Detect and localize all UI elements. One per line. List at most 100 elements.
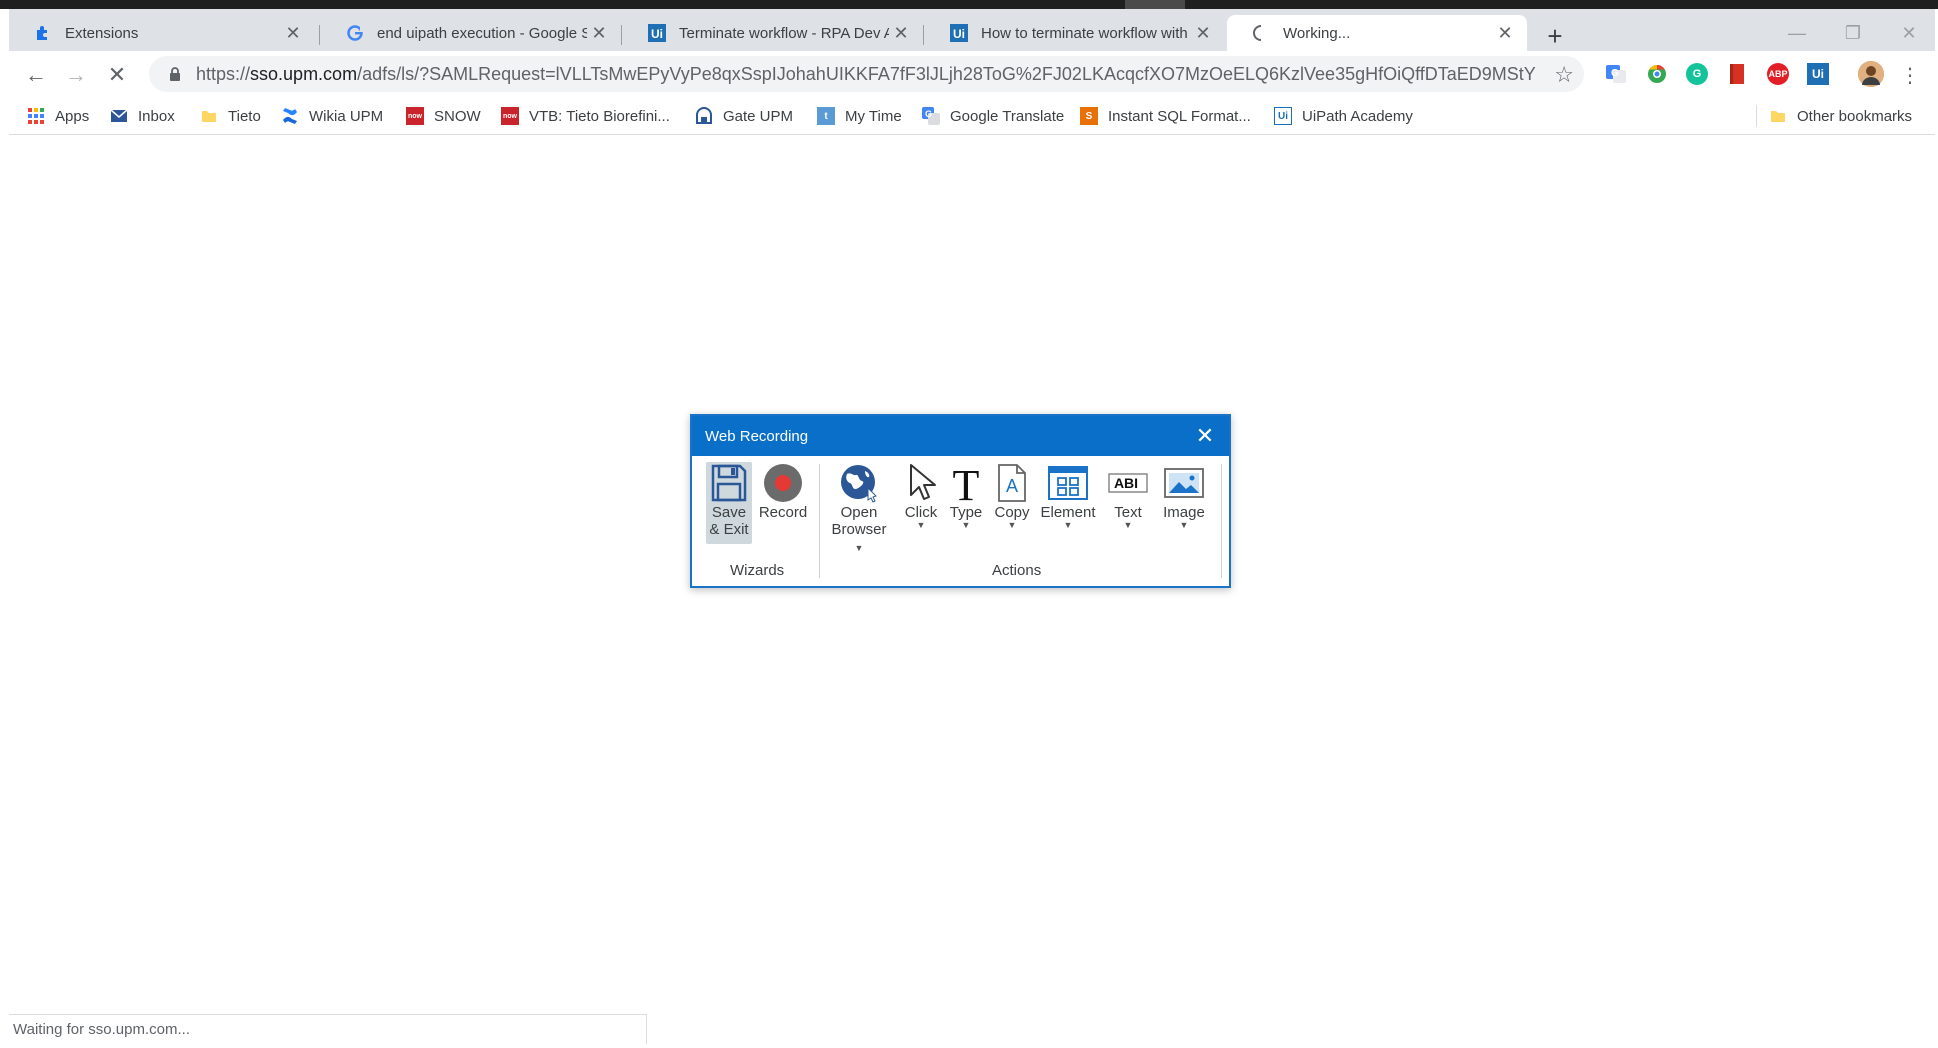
dropdown-caret-icon[interactable]: ▼ xyxy=(1008,521,1017,530)
close-tab-icon[interactable]: ✕ xyxy=(587,21,611,45)
new-tab-button[interactable]: + xyxy=(1541,23,1569,51)
bookmark-google-translate[interactable]: G Google Translate xyxy=(922,104,1064,128)
tab-terminate-workflow[interactable]: Ui Terminate workflow - RPA Dev A ✕ xyxy=(623,15,923,51)
bookmark-ext-icon[interactable] xyxy=(1726,63,1748,85)
bookmark-label: My Time xyxy=(845,107,902,125)
dialog-ribbon: Save & Exit Record Open Browser ▼ Click … xyxy=(692,456,1229,586)
tab-separator xyxy=(923,25,924,45)
profile-avatar[interactable] xyxy=(1858,61,1884,87)
lock-icon[interactable] xyxy=(167,66,183,82)
forward-arrow-icon[interactable]: → xyxy=(61,60,91,90)
bookmark-my-time[interactable]: t My Time xyxy=(817,104,902,128)
bookmark-apps[interactable]: Apps xyxy=(27,104,89,128)
mytime-icon: t xyxy=(817,107,835,125)
folder-icon xyxy=(1769,107,1787,125)
copy-label: Copy xyxy=(994,504,1030,521)
bookmark-wikia-upm[interactable]: Wikia UPM xyxy=(281,104,383,128)
close-window-icon[interactable]: ✕ xyxy=(1886,23,1932,49)
group-separator xyxy=(819,464,820,578)
svg-text:T: T xyxy=(953,462,980,504)
uipath-ext-icon[interactable]: Ui xyxy=(1807,63,1829,85)
type-t-icon: T xyxy=(945,462,987,504)
dropdown-caret-icon[interactable]: ▼ xyxy=(1064,521,1073,530)
tab-title: Working... xyxy=(1283,24,1351,42)
bookmark-inbox[interactable]: Inbox xyxy=(110,104,175,128)
globe-icon xyxy=(838,462,880,504)
bookmark-label: Other bookmarks xyxy=(1797,107,1913,125)
google-icon xyxy=(346,24,364,42)
confluence-icon xyxy=(281,107,299,125)
adblock-icon[interactable]: ABP xyxy=(1767,63,1789,85)
text-button[interactable]: ABI Text ▼ xyxy=(1106,462,1150,530)
element-grid-icon xyxy=(1047,462,1089,504)
svg-text:Ui: Ui xyxy=(953,27,965,41)
click-button[interactable]: Click ▼ xyxy=(896,462,946,530)
url-text[interactable]: https://sso.upm.com/adfs/ls/?SAMLRequest… xyxy=(196,64,1536,85)
apps-grid-icon xyxy=(27,107,45,125)
tab-google-search[interactable]: end uipath execution - Google S ✕ xyxy=(321,15,621,51)
chrome-ext-icon[interactable] xyxy=(1646,63,1668,85)
close-tab-icon[interactable]: ✕ xyxy=(281,21,305,45)
close-tab-icon[interactable]: ✕ xyxy=(1191,21,1215,45)
back-arrow-icon[interactable]: ← xyxy=(21,60,51,90)
wizards-group-label: Wizards xyxy=(730,562,785,579)
floppy-disk-icon xyxy=(708,462,750,504)
bookmark-other-bookmarks[interactable]: Other bookmarks xyxy=(1769,104,1912,128)
dropdown-caret-icon[interactable]: ▼ xyxy=(855,543,864,553)
svg-text:G: G xyxy=(925,109,932,119)
browser-toolbar: ← → ✕ https://sso.upm.com/adfs/ls/?SAMLR… xyxy=(9,51,1935,97)
tab-title: Extensions xyxy=(65,24,139,42)
tab-extensions[interactable]: Extensions ✕ xyxy=(9,15,315,51)
tab-title: Terminate workflow - RPA Dev A xyxy=(679,24,889,42)
desktop-taskbar-strip xyxy=(0,0,1938,9)
tab-how-to-terminate[interactable]: Ui How to terminate workflow with ✕ xyxy=(925,15,1225,51)
close-tab-icon[interactable]: ✕ xyxy=(1493,21,1517,45)
dialog-title: Web Recording xyxy=(705,427,809,445)
bookmark-uipath-academy[interactable]: Ui UiPath Academy xyxy=(1274,104,1413,128)
record-button[interactable]: Record xyxy=(755,462,811,521)
close-icon[interactable]: ✕ xyxy=(1191,422,1219,450)
ribbon-right-edge xyxy=(1221,464,1222,578)
open-browser-button[interactable]: Open Browser ▼ xyxy=(826,462,892,555)
close-tab-icon[interactable]: ✕ xyxy=(889,21,913,45)
grammarly-icon[interactable]: G xyxy=(1686,63,1708,85)
dropdown-caret-icon[interactable]: ▼ xyxy=(917,521,926,530)
bookmark-gate-upm[interactable]: Gate UPM xyxy=(695,104,793,128)
tab-title: end uipath execution - Google S xyxy=(377,24,587,42)
minimize-icon[interactable]: — xyxy=(1774,23,1820,49)
bookmark-vtb[interactable]: now VTB: Tieto Biorefini... xyxy=(501,104,670,128)
address-bar[interactable]: https://sso.upm.com/adfs/ls/?SAMLRequest… xyxy=(149,56,1584,92)
dropdown-caret-icon[interactable]: ▼ xyxy=(962,521,971,530)
stop-loading-icon[interactable]: ✕ xyxy=(102,60,132,90)
dialog-header: Web Recording ✕ xyxy=(692,416,1229,456)
bookmark-label: Instant SQL Format... xyxy=(1108,107,1251,125)
element-button[interactable]: Element ▼ xyxy=(1036,462,1100,530)
web-recording-dialog: Web Recording ✕ Save & Exit Record Open … xyxy=(690,414,1231,588)
bookmark-instant-sql[interactable]: S Instant SQL Format... xyxy=(1080,104,1251,128)
bookmarks-separator xyxy=(1756,105,1757,127)
more-menu-icon[interactable]: ⋮ xyxy=(1895,60,1925,90)
url-host: sso.upm.com xyxy=(250,64,358,84)
dropdown-caret-icon[interactable]: ▼ xyxy=(1180,521,1189,530)
element-label: Element xyxy=(1040,504,1096,521)
tab-working-active[interactable]: Working... ✕ xyxy=(1227,15,1527,51)
restore-icon[interactable]: ❐ xyxy=(1830,23,1876,49)
type-button[interactable]: T Type ▼ xyxy=(945,462,987,530)
dropdown-caret-icon[interactable]: ▼ xyxy=(1124,521,1133,530)
copy-button[interactable]: A Copy ▼ xyxy=(988,462,1036,530)
save-exit-button[interactable]: Save & Exit xyxy=(706,462,752,544)
loading-spinner-icon xyxy=(1252,24,1270,42)
gate-icon xyxy=(695,107,713,125)
uipath-icon: Ui xyxy=(950,24,968,42)
tab-title: How to terminate workflow with xyxy=(981,24,1188,42)
tab-separator xyxy=(621,25,622,45)
bookmark-label: UiPath Academy xyxy=(1302,107,1413,125)
bookmark-star-icon[interactable]: ☆ xyxy=(1554,62,1574,88)
inbox-icon xyxy=(110,107,128,125)
bookmark-tieto[interactable]: Tieto xyxy=(200,104,261,128)
record-label: Record xyxy=(758,504,808,521)
bookmark-snow[interactable]: now SNOW xyxy=(406,104,481,128)
image-button[interactable]: Image ▼ xyxy=(1158,462,1210,530)
google-translate-ext-icon[interactable]: G xyxy=(1605,63,1627,85)
puzzle-icon xyxy=(34,24,52,42)
